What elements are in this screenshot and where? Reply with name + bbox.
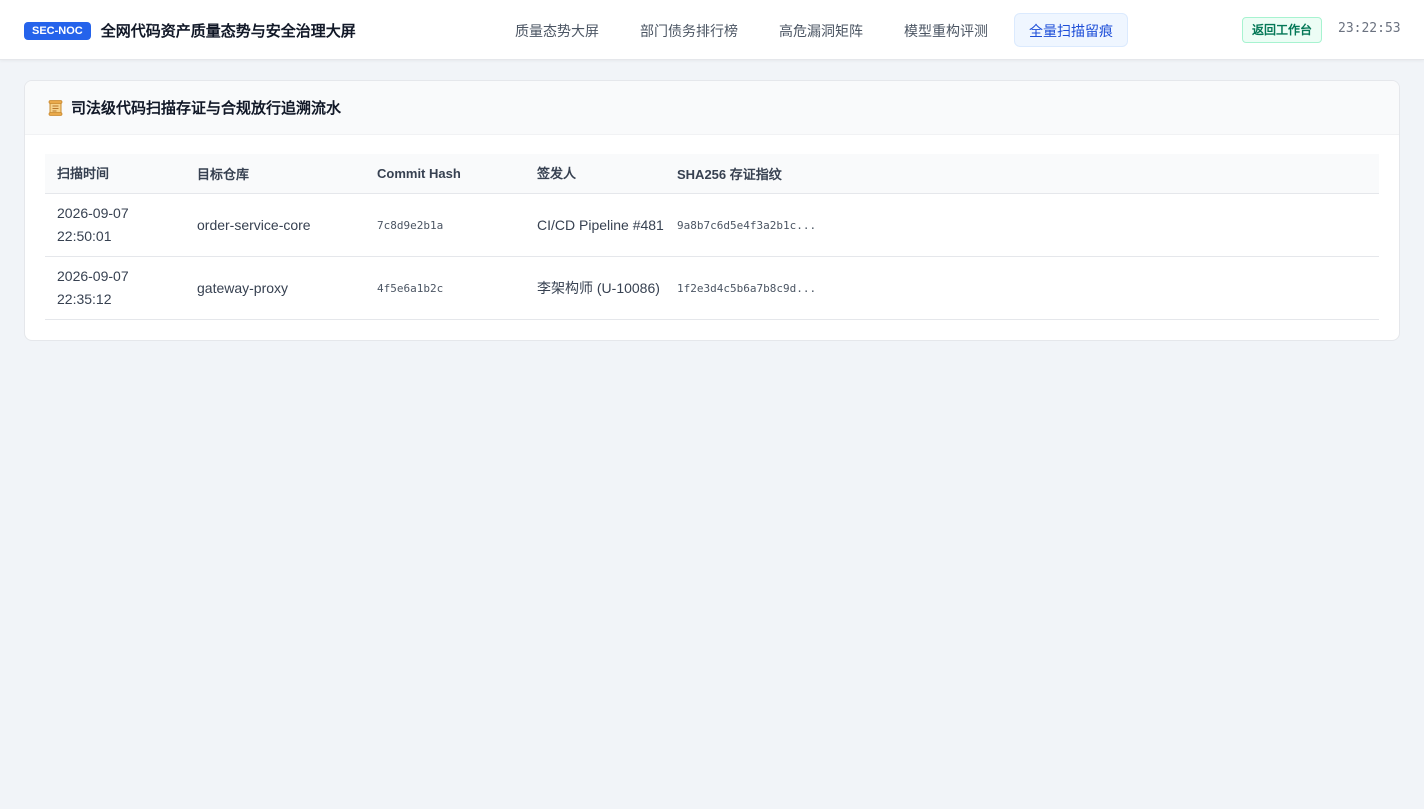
tab-critical-vulnerability-matrix[interactable]: 高危漏洞矩阵 [764,13,878,47]
cell-signer: CI/CD Pipeline #481 [537,216,664,233]
back-to-workbench-button[interactable]: 返回工作台 [1242,17,1323,43]
table-row: 2026-09-07 22:50:01 order-service-core 7… [45,194,1379,257]
cell-sha256: 9a8b7c6d5e4f3a2b1c... [677,218,817,232]
tab-department-debt-ranking[interactable]: 部门债务排行榜 [625,13,753,47]
column-header-commit-hash: Commit Hash [377,166,461,181]
panel-header: 司法级代码扫描存证与合规放行追溯流水 [25,81,1399,135]
cell-scan-date: 2026-09-07 [57,268,129,284]
scroll-icon [47,99,65,117]
column-header-sha256: SHA256 存证指纹 [677,167,782,182]
clock: 23:22:53 [1338,21,1401,36]
column-header-target-repo: 目标仓库 [197,167,250,182]
cell-scan-clock: 22:50:01 [57,228,112,244]
cell-commit-hash: 4f5e6a1b2c [377,281,444,295]
tab-full-scan-trace[interactable]: 全量扫描留痕 [1014,13,1128,47]
table-row: 2026-09-07 22:35:12 gateway-proxy 4f5e6a… [45,257,1379,320]
cell-signer: 李架构师 (U-10086) [537,279,660,296]
panel-title: 司法级代码扫描存证与合规放行追溯流水 [71,100,342,117]
table-header-row: 扫描时间 目标仓库 Commit Hash 签发人 SHA256 存证指纹 [45,154,1379,194]
tab-quality-dashboard[interactable]: 质量态势大屏 [500,13,614,47]
cell-scan-date: 2026-09-07 [57,205,129,221]
tab-model-refactor-evaluation[interactable]: 模型重构评测 [889,13,1003,47]
cell-commit-hash: 7c8d9e2b1a [377,218,444,232]
cell-sha256: 1f2e3d4c5b6a7b8c9d... [677,281,817,295]
brand-badge: SEC-NOC [24,21,91,40]
brand: SEC-NOC 全网代码资产质量态势与安全治理大屏 [24,20,356,41]
column-header-scan-time: 扫描时间 [57,166,110,181]
page-title: 全网代码资产质量态势与安全治理大屏 [100,23,356,40]
cell-target-repo: order-service-core [197,217,311,233]
cell-scan-time: 2026-09-07 22:35:12 [45,265,185,311]
column-header-signer: 签发人 [537,166,577,181]
top-navigation-bar: SEC-NOC 全网代码资产质量态势与安全治理大屏 质量态势大屏 部门债务排行榜… [0,0,1424,60]
main-nav-tabs: 质量态势大屏 部门债务排行榜 高危漏洞矩阵 模型重构评测 全量扫描留痕 [500,13,1135,47]
cell-target-repo: gateway-proxy [197,280,289,296]
cell-scan-clock: 22:35:12 [57,291,112,307]
cell-scan-time: 2026-09-07 22:50:01 [45,202,185,248]
scan-evidence-panel: 司法级代码扫描存证与合规放行追溯流水 扫描时间 目标仓库 Commit Hash… [24,80,1400,341]
scan-evidence-table: 扫描时间 目标仓库 Commit Hash 签发人 SHA256 存证指纹 20… [45,154,1379,320]
